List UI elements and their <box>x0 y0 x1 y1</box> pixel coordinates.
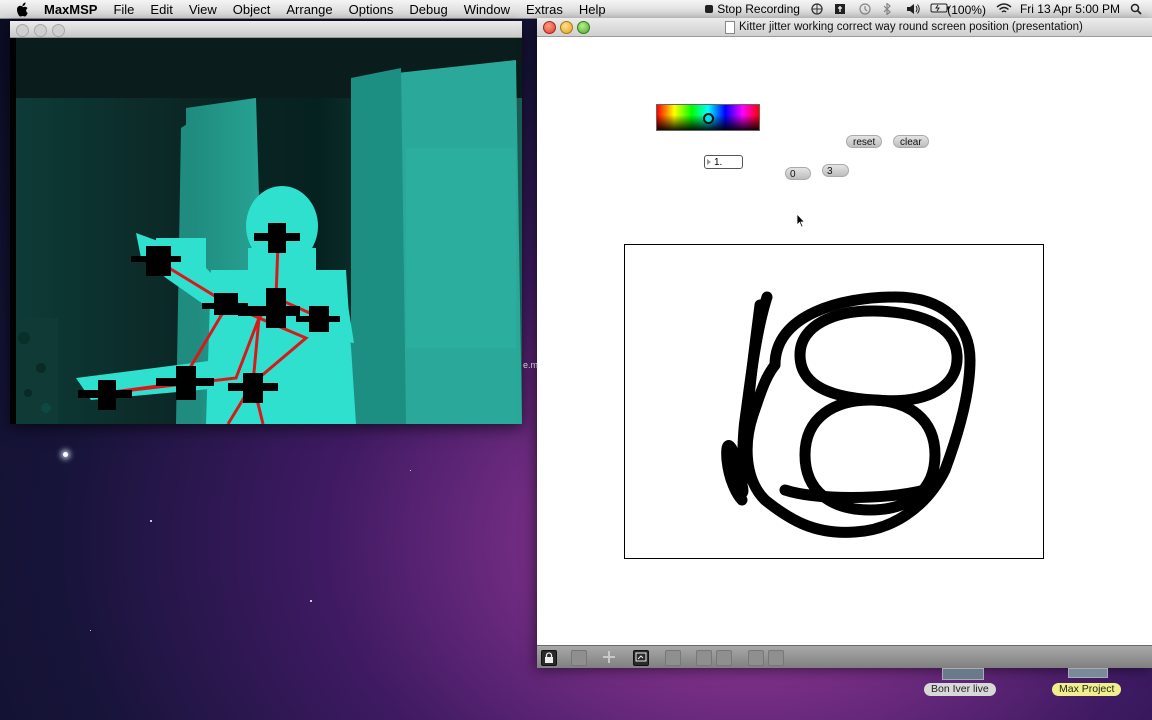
stop-recording-item[interactable]: Stop Recording <box>705 2 800 16</box>
dock-label-max-project[interactable]: Max Project <box>1052 683 1122 696</box>
script-icon[interactable] <box>834 3 848 15</box>
patcher-toolbar <box>537 645 1152 668</box>
menu-object[interactable]: Object <box>225 2 279 17</box>
reset-button[interactable]: reset <box>846 135 883 148</box>
clock[interactable]: Fri 13 Apr 5:00 PM <box>1020 2 1120 16</box>
color-picker-knob[interactable] <box>703 113 714 124</box>
presentation-mode-icon[interactable] <box>633 650 649 666</box>
volume-icon[interactable] <box>906 3 920 15</box>
apple-icon[interactable] <box>14 1 30 16</box>
minimize-button[interactable] <box>560 21 573 34</box>
clear-button[interactable]: clear <box>893 135 929 148</box>
drawing-canvas[interactable] <box>624 244 1044 559</box>
int-number-box-3[interactable]: 3 <box>822 164 849 177</box>
menu-options[interactable]: Options <box>341 2 402 17</box>
patcher-presentation-window[interactable]: Kitter jitter working correct way round … <box>537 18 1152 668</box>
star <box>63 452 68 457</box>
menu-help[interactable]: Help <box>571 2 614 17</box>
depth-image-view <box>16 38 522 424</box>
drawing-strokes <box>721 291 976 538</box>
send-back-icon[interactable] <box>716 650 732 666</box>
window-titlebar[interactable] <box>10 21 522 38</box>
grid-icon[interactable] <box>748 650 764 666</box>
bring-forward-icon[interactable] <box>696 650 712 666</box>
bluetooth-icon[interactable] <box>882 2 896 16</box>
dock-item-thumbnail-2[interactable] <box>1068 668 1108 678</box>
depth-camera-window[interactable] <box>10 21 522 424</box>
move-icon[interactable] <box>602 650 616 664</box>
star <box>150 520 152 522</box>
time-machine-icon[interactable] <box>858 3 872 15</box>
zoom-button[interactable] <box>52 24 65 37</box>
dock-label-bon-iver-live[interactable]: Bon Iver live <box>924 683 996 696</box>
window-titlebar[interactable]: Kitter jitter working correct way round … <box>537 18 1152 37</box>
stop-recording-label: Stop Recording <box>717 2 800 16</box>
lock-icon[interactable] <box>541 650 557 666</box>
star <box>90 630 91 631</box>
document-icon <box>725 21 735 34</box>
menu-app-name[interactable]: MaxMSP <box>40 2 105 17</box>
spotlight-search-icon[interactable] <box>1130 3 1144 15</box>
snap-icon[interactable] <box>768 650 784 666</box>
edge-fragment: e.m <box>523 360 539 370</box>
battery-status[interactable]: (100%) <box>930 2 986 17</box>
globe-icon[interactable] <box>810 3 824 15</box>
close-button[interactable] <box>543 21 556 34</box>
menu-debug[interactable]: Debug <box>401 2 455 17</box>
menu-window[interactable]: Window <box>456 2 518 17</box>
minimize-button[interactable] <box>34 24 47 37</box>
menu-edit[interactable]: Edit <box>142 2 180 17</box>
star <box>310 600 312 602</box>
inspector-icon[interactable] <box>665 650 681 666</box>
star <box>410 470 411 471</box>
close-button[interactable] <box>16 24 29 37</box>
battery-percent: (100%) <box>947 2 986 17</box>
window-title: Kitter jitter working correct way round … <box>739 21 1083 33</box>
mouse-cursor-icon <box>796 213 806 228</box>
menu-file[interactable]: File <box>105 2 142 17</box>
record-icon <box>705 5 714 13</box>
menu-bar: MaxMSP File Edit View Object Arrange Opt… <box>0 0 1152 19</box>
number-box-arrow-icon <box>707 159 711 165</box>
int-number-box-0[interactable]: 0 <box>785 167 811 180</box>
menu-extras[interactable]: Extras <box>518 2 571 17</box>
battery-icon <box>930 2 949 14</box>
depth-image <box>16 38 522 424</box>
menu-view[interactable]: View <box>181 2 225 17</box>
float-number-value: 1. <box>714 157 723 168</box>
wifi-icon[interactable] <box>996 3 1012 15</box>
menu-extras-right: Stop Recording (100%) Fri 13 Apr 5:00 PM <box>705 0 1144 18</box>
dock-item-thumbnail-1[interactable] <box>942 668 984 680</box>
float-number-box[interactable]: 1. <box>704 155 743 169</box>
new-object-icon[interactable] <box>571 650 587 666</box>
menu-arrange[interactable]: Arrange <box>278 2 340 17</box>
zoom-button[interactable] <box>577 21 590 34</box>
color-swatch-picker[interactable] <box>656 104 760 131</box>
